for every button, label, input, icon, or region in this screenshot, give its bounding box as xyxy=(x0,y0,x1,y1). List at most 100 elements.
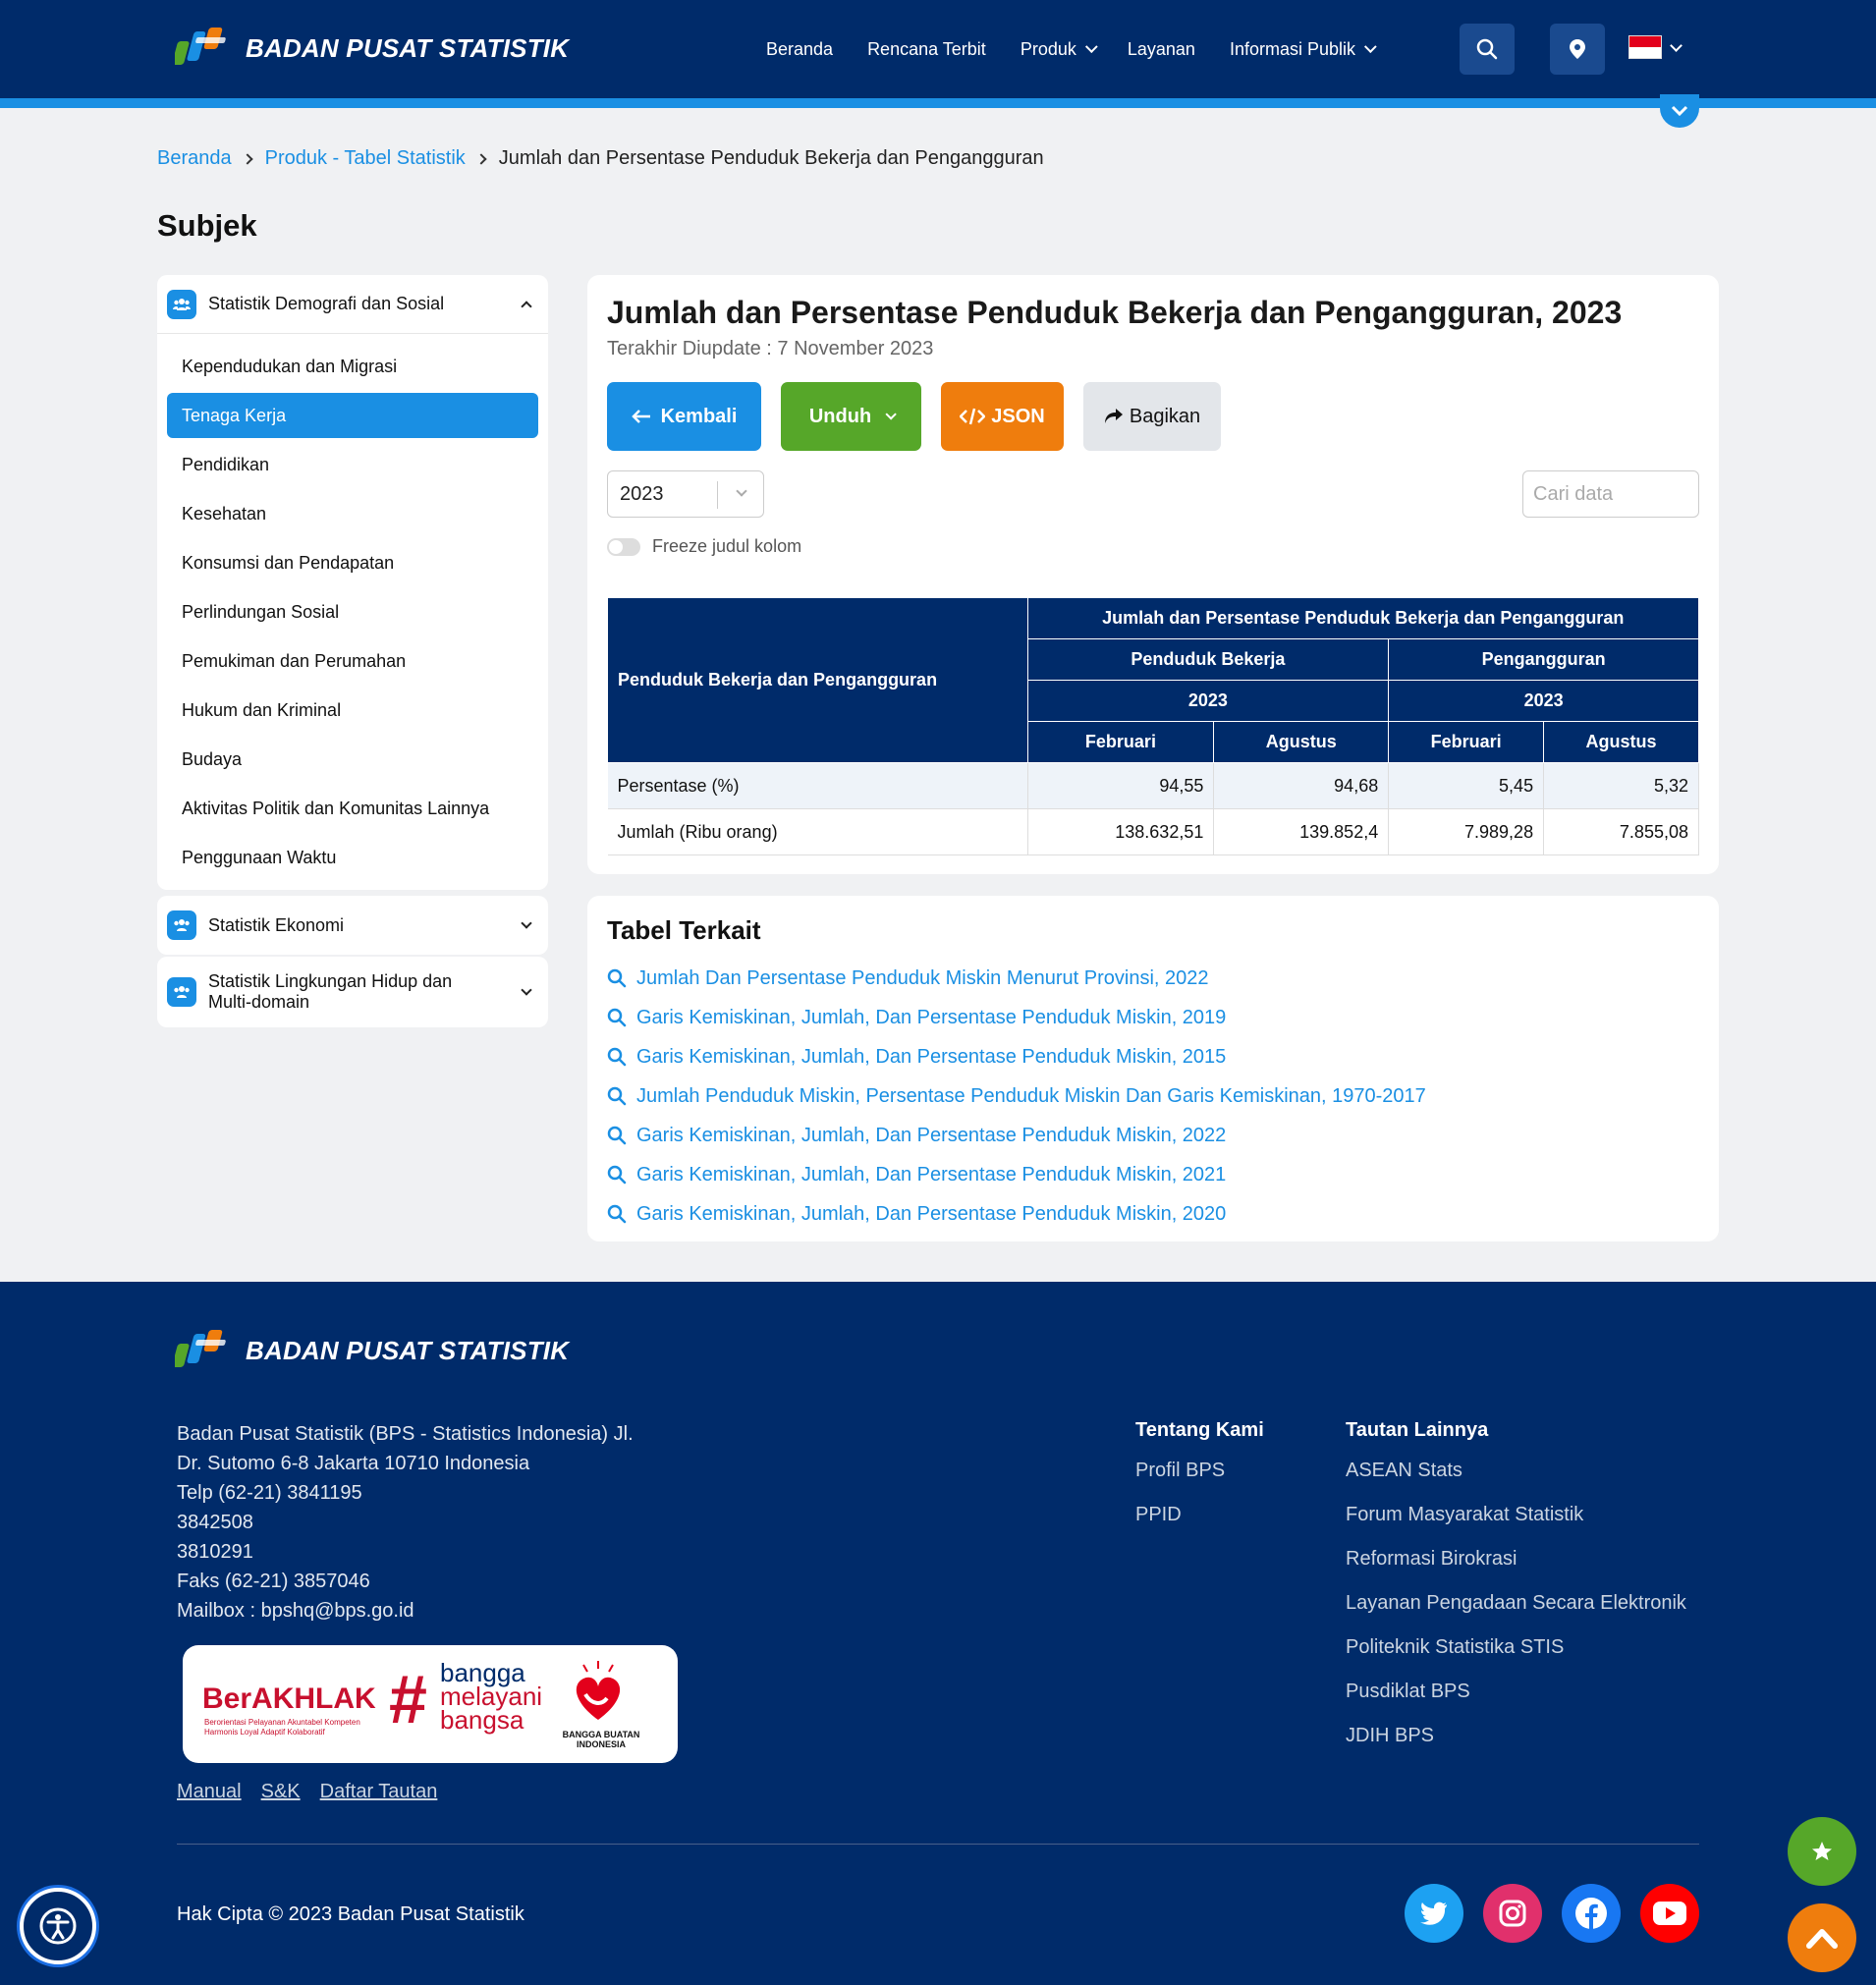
footer-other-links-column: Tautan Lainnya ASEAN Stats Forum Masyara… xyxy=(1346,1419,1686,1769)
youtube-icon xyxy=(1653,1902,1686,1925)
sidebar-item-konsumsi[interactable]: Konsumsi dan Pendapatan xyxy=(167,540,538,585)
footer-link[interactable]: Profil BPS xyxy=(1135,1460,1264,1504)
sidebar-group-label: Statistik Lingkungan Hidup dan Multi-dom… xyxy=(208,971,453,1012)
star-icon xyxy=(1812,1842,1832,1860)
share-button[interactable]: Bagikan xyxy=(1083,382,1221,451)
address-line: Telp (62-21) 3841195 xyxy=(177,1482,362,1504)
footer-link[interactable]: Layanan Pengadaan Secara Elektronik xyxy=(1346,1592,1686,1636)
instagram-icon xyxy=(1499,1900,1526,1927)
footer-link[interactable]: JDIH BPS xyxy=(1346,1725,1686,1769)
nav-label: Layanan xyxy=(1127,38,1195,59)
freeze-label: Freeze judul kolom xyxy=(652,536,802,556)
footer-logo[interactable]: BADAN PUSAT STATISTIK xyxy=(175,1326,569,1375)
sidebar-item-hukum[interactable]: Hukum dan Kriminal xyxy=(167,688,538,733)
search-data-input[interactable] xyxy=(1522,470,1699,518)
search-icon xyxy=(1476,38,1498,60)
youtube-link[interactable] xyxy=(1640,1884,1699,1943)
nav-rencana-terbit[interactable]: Rencana Terbit xyxy=(867,39,986,60)
breadcrumb-home[interactable]: Beranda xyxy=(157,147,232,170)
table-cell-label: Persentase (%) xyxy=(607,762,1028,809)
nav-informasi-publik[interactable]: Informasi Publik xyxy=(1230,39,1377,60)
json-label: JSON xyxy=(991,405,1045,427)
people-icon xyxy=(167,910,196,940)
related-link-label: Jumlah Dan Persentase Penduduk Miskin Me… xyxy=(636,966,1209,989)
indonesia-flag-icon[interactable] xyxy=(1628,35,1662,59)
sidebar-item-politik[interactable]: Aktivitas Politik dan Komunitas Lainnya xyxy=(167,786,538,831)
sidebar-group-lingkungan: Statistik Lingkungan Hidup dan Multi-dom… xyxy=(157,957,548,1027)
sidebar-item-perlindungan[interactable]: Perlindungan Sosial xyxy=(167,589,538,634)
sidebar-item-pendidikan[interactable]: Pendidikan xyxy=(167,442,538,487)
sidebar-list: Kependudukan dan Migrasi Tenaga Kerja Pe… xyxy=(157,334,548,894)
nav-layanan[interactable]: Layanan xyxy=(1128,39,1195,60)
address-line: Mailbox : bpshq@bps.go.id xyxy=(177,1600,414,1622)
sidebar-item-tenaga-kerja[interactable]: Tenaga Kerja xyxy=(167,393,538,438)
sidebar-item-kependudukan[interactable]: Kependudukan dan Migrasi xyxy=(167,344,538,389)
berakhlak-banner: BerAKHLAK Berorientasi Pelayanan Akuntab… xyxy=(183,1645,678,1763)
related-title: Tabel Terkait xyxy=(607,915,761,945)
nav-label: Produk xyxy=(1020,38,1076,59)
table-period-header: Februari xyxy=(1026,721,1215,763)
search-icon xyxy=(607,1008,627,1027)
bps-logo[interactable]: BADAN PUSAT STATISTIK xyxy=(175,24,569,73)
table-row: Persentase (%) 94,55 94,68 5,45 5,32 xyxy=(607,762,1699,809)
download-label: Unduh xyxy=(808,405,872,427)
related-link[interactable]: Garis Kemiskinan, Jumlah, Dan Persentase… xyxy=(607,1037,1426,1076)
search-button[interactable] xyxy=(1460,24,1515,75)
sidebar-group-header[interactable]: Statistik Lingkungan Hidup dan Multi-dom… xyxy=(157,957,548,1027)
related-link[interactable]: Garis Kemiskinan, Jumlah, Dan Persentase… xyxy=(607,1116,1426,1155)
facebook-link[interactable] xyxy=(1562,1884,1621,1943)
footer-link[interactable]: Reformasi Birokrasi xyxy=(1346,1548,1686,1592)
accessibility-icon xyxy=(39,1907,77,1945)
sidebar-item-waktu[interactable]: Penggunaan Waktu xyxy=(167,835,538,880)
footer-link[interactable]: Pusdiklat BPS xyxy=(1346,1681,1686,1725)
footer-link[interactable]: ASEAN Stats xyxy=(1346,1460,1686,1504)
related-link-label: Garis Kemiskinan, Jumlah, Dan Persentase… xyxy=(636,1163,1227,1185)
sidebar-item-budaya[interactable]: Budaya xyxy=(167,737,538,782)
back-label: Kembali xyxy=(660,405,738,427)
json-button[interactable]: JSON xyxy=(941,382,1064,451)
search-icon xyxy=(607,968,627,988)
instagram-link[interactable] xyxy=(1483,1884,1542,1943)
related-link[interactable]: Garis Kemiskinan, Jumlah, Dan Persentase… xyxy=(607,1194,1426,1234)
twitter-link[interactable] xyxy=(1405,1884,1463,1943)
search-icon xyxy=(607,1126,627,1145)
code-icon xyxy=(960,408,986,425)
related-link[interactable]: Jumlah Dan Persentase Penduduk Miskin Me… xyxy=(607,959,1426,998)
chevron-right-icon xyxy=(241,152,253,165)
related-link[interactable]: Garis Kemiskinan, Jumlah, Dan Persentase… xyxy=(607,998,1426,1037)
download-button[interactable]: Unduh xyxy=(781,382,921,451)
related-link-label: Jumlah Penduduk Miskin, Persentase Pendu… xyxy=(636,1084,1426,1107)
link-list-link[interactable]: Daftar Tautan xyxy=(320,1781,438,1803)
back-button[interactable]: Kembali xyxy=(607,382,761,451)
related-link[interactable]: Garis Kemiskinan, Jumlah, Dan Persentase… xyxy=(607,1155,1426,1194)
related-list: Jumlah Dan Persentase Penduduk Miskin Me… xyxy=(607,959,1426,1234)
last-updated: Terakhir Diupdate : 7 November 2023 xyxy=(607,338,934,359)
sidebar-item-kesehatan[interactable]: Kesehatan xyxy=(167,491,538,536)
footer-link[interactable]: PPID xyxy=(1135,1504,1264,1548)
berakhlak-logo: BerAKHLAK xyxy=(202,1682,376,1715)
year-select[interactable]: 2023 xyxy=(607,470,764,518)
sidebar-group-header[interactable]: Statistik Demografi dan Sosial xyxy=(157,275,548,334)
address-line: Faks (62-21) 3857046 xyxy=(177,1571,370,1592)
chevron-down-icon[interactable] xyxy=(1670,39,1683,52)
footer-link[interactable]: Politeknik Statistika STIS xyxy=(1346,1636,1686,1681)
sidebar-item-pemukiman[interactable]: Pemukiman dan Perumahan xyxy=(167,638,538,684)
manual-link[interactable]: Manual xyxy=(177,1781,242,1803)
table-cell: 5,45 xyxy=(1388,762,1545,809)
table-row-header: Penduduk Bekerja dan Pengangguran xyxy=(607,597,1028,763)
related-link[interactable]: Jumlah Penduduk Miskin, Persentase Pendu… xyxy=(607,1076,1426,1116)
back-to-top-button[interactable] xyxy=(1788,1903,1856,1972)
footer-link[interactable]: Forum Masyarakat Statistik xyxy=(1346,1504,1686,1548)
expand-header-button[interactable] xyxy=(1660,94,1699,128)
sidebar-group-header[interactable]: Statistik Ekonomi xyxy=(157,896,548,955)
arrow-left-icon xyxy=(631,410,650,423)
breadcrumb-section[interactable]: Produk - Tabel Statistik xyxy=(265,147,466,170)
address-line: 3810291 xyxy=(177,1541,253,1563)
nav-beranda[interactable]: Beranda xyxy=(766,39,833,60)
accessibility-button[interactable] xyxy=(20,1888,96,1964)
freeze-toggle[interactable] xyxy=(607,537,640,556)
location-button[interactable] xyxy=(1550,24,1605,75)
rating-button[interactable] xyxy=(1788,1817,1856,1886)
nav-produk[interactable]: Produk xyxy=(1020,38,1098,60)
terms-link[interactable]: S&K xyxy=(261,1781,301,1803)
